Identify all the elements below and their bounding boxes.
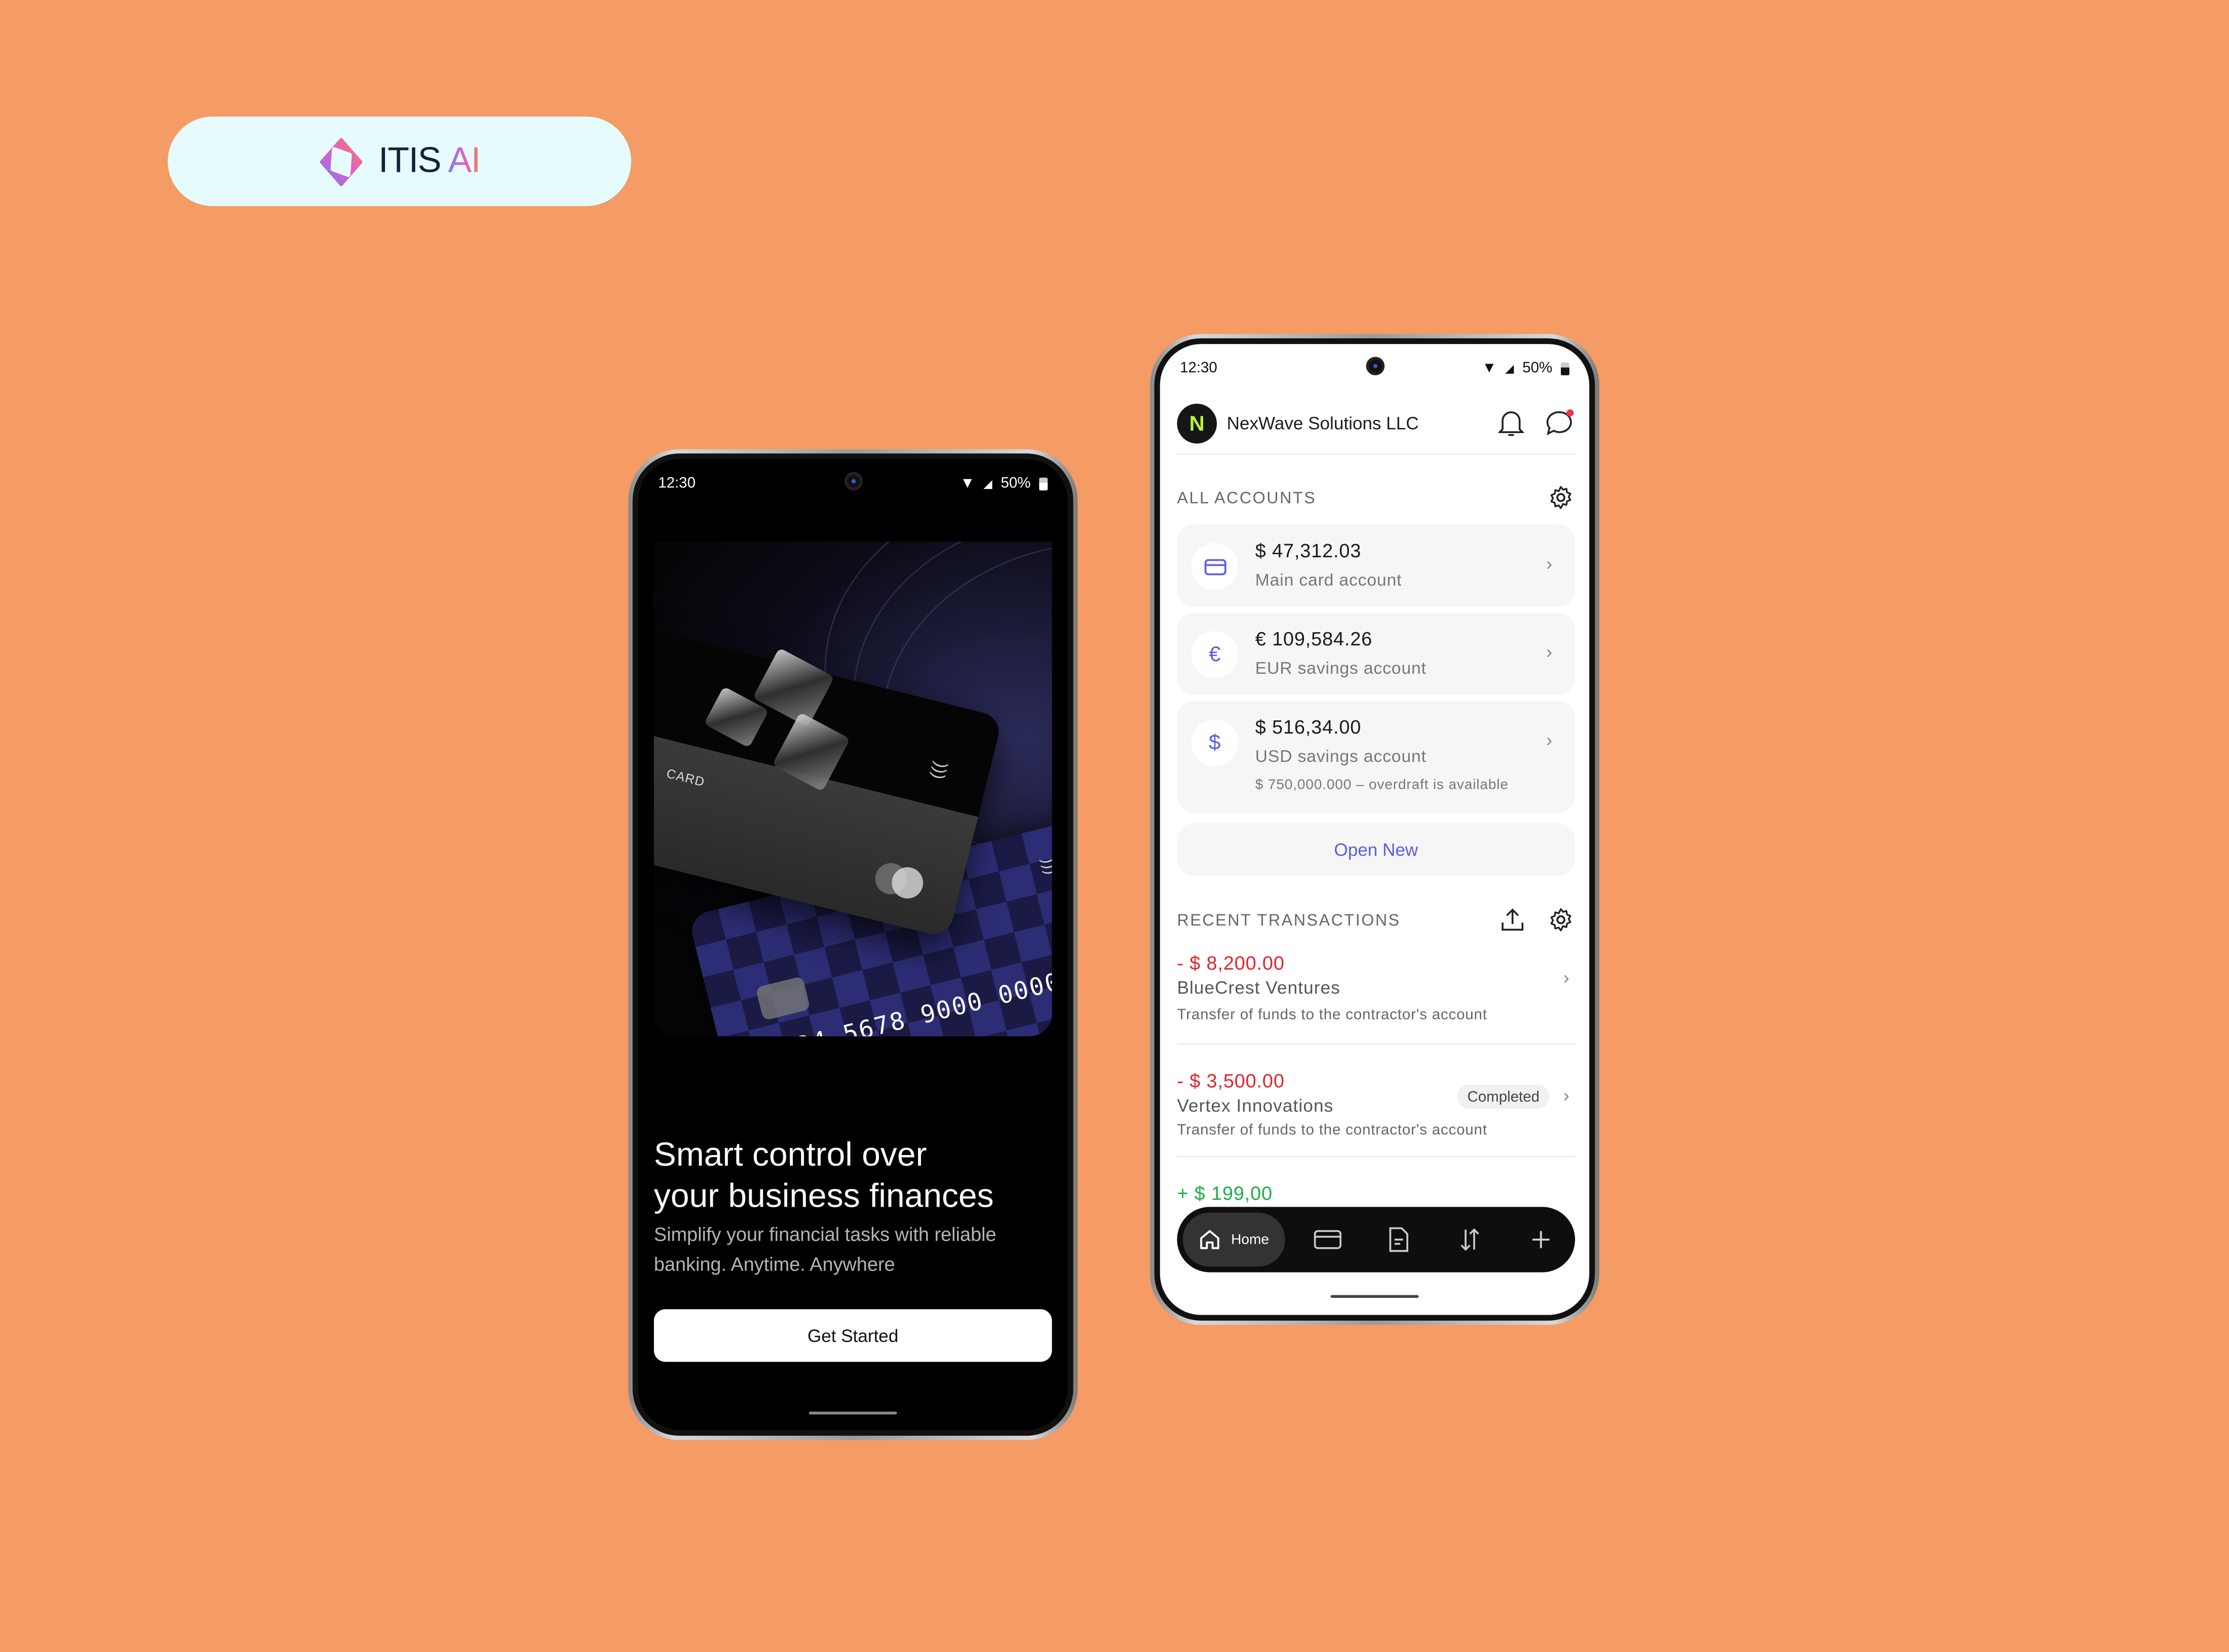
dashboard-phone: 12:30 ▼ ◢ 50% N NexWave Solutions LLC ALL … [1150, 334, 1599, 1325]
account-name: EUR savings account [1255, 658, 1427, 678]
overdraft-note: $ 750,000.000 – overdraft is available [1255, 777, 1509, 793]
header: N NexWave Solutions LLC [1177, 402, 1575, 445]
nav-cards-card-icon[interactable] [1299, 1230, 1356, 1249]
export-icon[interactable] [1497, 904, 1528, 936]
onboarding-headline: Smart control over your business finance… [654, 1134, 994, 1217]
chat-icon[interactable] [1544, 408, 1575, 439]
chevron-right-icon: › [1546, 641, 1553, 663]
headline-line-1: Smart control over [654, 1136, 927, 1173]
card-label: CARD [665, 766, 707, 790]
bell-icon[interactable] [1495, 408, 1527, 439]
transaction-amount: - $ 8,200.00 [1177, 952, 1285, 974]
bottom-nav: Home [1177, 1207, 1575, 1273]
chevron-right-icon: › [1546, 729, 1553, 751]
transaction-row[interactable]: - $ 3,500.00 Vertex Innovations Transfer… [1177, 1070, 1575, 1139]
status-time: 12:30 [1180, 359, 1217, 377]
onboarding-screen: 12:30 ▼ ◢ 50% 1234 5678 9000 0000 ))) CARD [638, 459, 1068, 1430]
dollar-icon: $ [1191, 719, 1239, 766]
notification-dot [1566, 409, 1574, 417]
battery-icon [1039, 477, 1048, 490]
onboarding-subtitle: Simplify your financial tasks with relia… [654, 1224, 996, 1275]
brand-name-main: ITIS [378, 140, 441, 181]
get-started-button[interactable]: Get Started [654, 1309, 1052, 1362]
nav-documents-document-icon[interactable] [1370, 1227, 1427, 1253]
accounts-title: ALL ACCOUNTS [1177, 490, 1317, 508]
account-card[interactable]: € € 109,584.26 EUR savings account › [1177, 612, 1575, 696]
brand-name-accent: AI [448, 140, 481, 181]
row-divider [1177, 1156, 1575, 1158]
open-new-account-button[interactable]: Open New [1177, 823, 1575, 876]
signal-icon: ◢ [1505, 362, 1514, 375]
card-icon [1191, 543, 1239, 590]
wifi-icon: ▼ [1482, 359, 1497, 377]
nav-transfers-arrows-icon[interactable] [1441, 1227, 1498, 1253]
camera-cutout [1366, 357, 1385, 375]
battery-icon [1561, 362, 1569, 375]
status-badge: Completed [1457, 1085, 1550, 1109]
itis-logo-icon [320, 137, 363, 186]
accounts-settings-gear-icon[interactable] [1545, 482, 1577, 513]
brand-name: ITIS AI [378, 140, 481, 182]
battery-level: 50% [1522, 359, 1553, 377]
company-name[interactable]: NexWave Solutions LLC [1227, 414, 1495, 434]
transactions-settings-gear-icon[interactable] [1545, 904, 1577, 936]
signal-icon: ◢ [983, 477, 992, 490]
camera-cutout [844, 472, 863, 491]
nav-add-plus-icon[interactable] [1513, 1230, 1569, 1249]
chip-icon [755, 976, 811, 1021]
company-avatar[interactable]: N [1177, 403, 1217, 444]
onboarding-phone: 12:30 ▼ ◢ 50% 1234 5678 9000 0000 ))) CARD [628, 449, 1078, 1440]
row-divider [1177, 1043, 1575, 1045]
nav-home[interactable]: Home [1182, 1212, 1285, 1267]
transaction-description: Transfer of funds to the contractor's ac… [1177, 1122, 1487, 1139]
transaction-row[interactable]: + $ 199,00 [1177, 1183, 1575, 1204]
transaction-row[interactable]: - $ 8,200.00 BlueCrest Ventures Transfer… [1177, 952, 1575, 1023]
home-indicator [809, 1411, 897, 1415]
dashboard-screen: 12:30 ▼ ◢ 50% N NexWave Solutions LLC ALL … [1160, 344, 1590, 1315]
account-card[interactable]: $ 47,312.03 Main card account › [1177, 524, 1575, 607]
hero-card-illustration: 1234 5678 9000 0000 ))) CARD ))) [654, 542, 1052, 1036]
wifi-icon: ▼ [960, 475, 975, 492]
status-time: 12:30 [658, 475, 696, 492]
chevron-right-icon: › [1563, 967, 1569, 988]
home-icon [1200, 1230, 1219, 1249]
contactless-icon: ))) [928, 760, 952, 782]
transaction-amount: + $ 199,00 [1177, 1182, 1273, 1204]
account-name: USD savings account [1255, 746, 1427, 766]
headline-line-2: your business finances [654, 1177, 994, 1214]
brand-badge: ITIS AI [168, 117, 631, 206]
avatar-letter: N [1189, 411, 1205, 436]
nav-home-label: Home [1231, 1232, 1269, 1248]
transaction-description: Transfer of funds to the contractor's ac… [1177, 1006, 1487, 1024]
stage: ITIS AI 12:30 ▼ ◢ 50% 1234 5678 9000 0000 … [0, 0, 2229, 1652]
transactions-title: RECENT TRANSACTIONS [1177, 912, 1401, 930]
home-indicator [1330, 1295, 1419, 1298]
account-balance: € 109,584.26 [1255, 628, 1373, 650]
battery-level: 50% [1001, 475, 1031, 492]
chevron-right-icon: › [1546, 553, 1553, 574]
contactless-icon: ))) [1039, 855, 1052, 877]
account-balance: $ 516,34.00 [1255, 716, 1362, 738]
account-name: Main card account [1255, 570, 1402, 590]
euro-icon: € [1191, 631, 1239, 678]
account-card[interactable]: $ $ 516,34.00 USD savings account $ 750,… [1177, 701, 1575, 814]
account-balance: $ 47,312.03 [1255, 540, 1362, 562]
header-divider [1177, 453, 1575, 455]
transaction-counterparty: BlueCrest Ventures [1177, 978, 1340, 998]
chevron-right-icon: › [1563, 1085, 1569, 1106]
